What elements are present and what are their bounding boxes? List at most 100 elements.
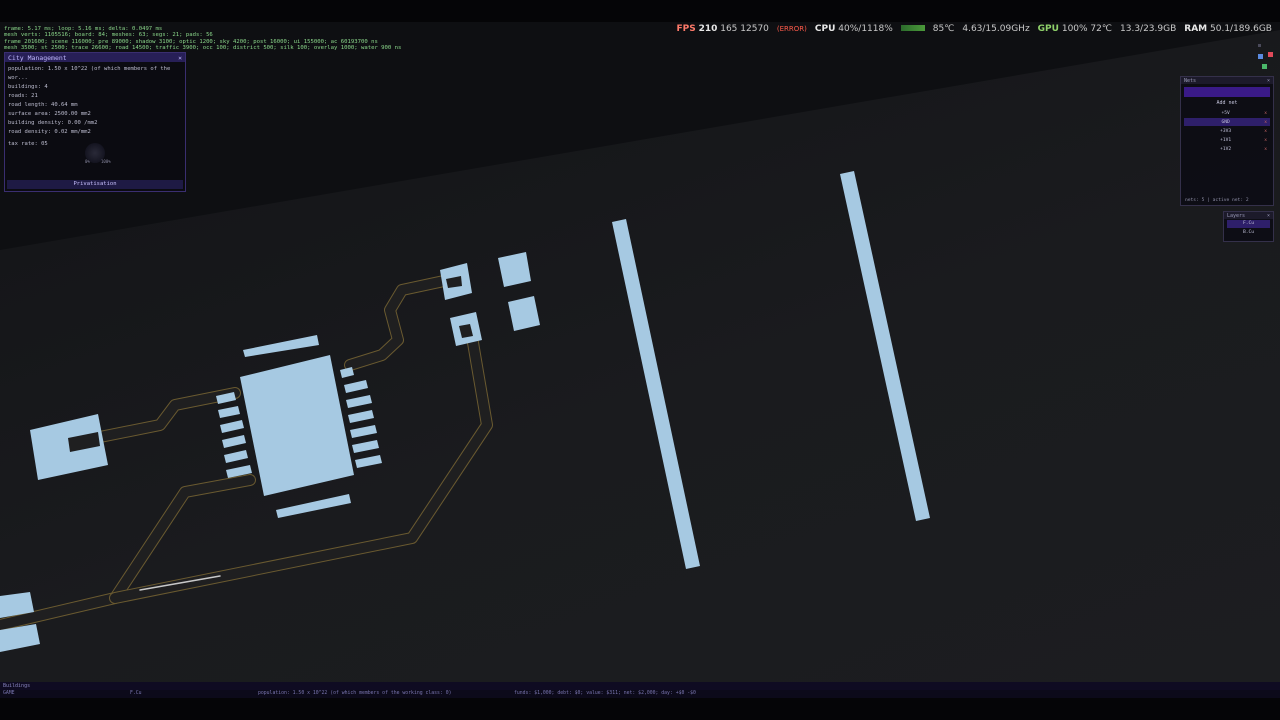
cpu-sparkline [900,25,925,31]
panel-title: Layers [1227,212,1246,219]
ram-value: 50.1/189.6GB [1210,24,1272,34]
ic-body[interactable] [240,355,354,496]
vram-value: 13.3/23.9GB [1120,24,1177,34]
mode-label: Buildings [3,683,31,689]
panel-title: Nets [1184,77,1197,84]
nets-panel[interactable]: Nets × Add net +5V x GND x +3V3 x +1V1 x +1V… [1180,76,1274,206]
warn-text: (ERROR) [776,25,807,33]
cpu-value: 40%/1118% [838,24,893,34]
panel-titlebar[interactable]: City Management × [5,53,185,62]
red-square-icon[interactable] [1268,52,1273,57]
cpu-clock: 4.63/15.09GHz [962,24,1030,34]
green-square-icon[interactable] [1262,64,1267,69]
pad[interactable] [30,414,108,480]
ic-pad-bottom[interactable] [276,494,351,518]
stat-surface-area: surface area: 2500.00 mm2 [8,111,91,117]
ic-pin[interactable] [224,450,248,463]
blue-square-icon[interactable] [1258,54,1263,59]
remove-icon[interactable]: x [1264,147,1267,152]
net-item[interactable]: +5V x [1184,109,1270,117]
panel-titlebar[interactable]: Layers × [1224,212,1273,219]
close-icon[interactable]: × [178,54,182,62]
economy-status: funds: $1,000; debt: $0; value: $311; ne… [514,691,696,696]
pads[interactable] [0,171,930,652]
gpu-label: GPU [1037,24,1059,34]
stat-road-length: road length: 40.64 mm [8,102,78,108]
game-label: GAME [3,691,15,696]
layer-label: F.Cu [130,691,142,696]
stat-road-density: road density: 0.02 mm/mm2 [8,129,91,135]
ic-pin[interactable] [346,395,372,408]
net-label: +1V1 [1220,137,1232,143]
ram-label: RAM [1184,24,1208,34]
long-pad[interactable] [840,171,930,521]
knob-min-label: 0% [85,159,90,164]
mode-bar: Buildings [0,682,1280,690]
population-status: population: 1.50 x 10^22 (of which membe… [258,691,452,696]
ic-pin[interactable] [352,440,379,453]
cpu-temp: 85℃ [932,24,955,34]
board-canvas[interactable] [0,22,1280,682]
net-label: GND [1221,119,1230,125]
net-label: +3V3 [1220,128,1232,134]
ic-pin[interactable] [350,425,377,438]
panel-title: City Management [8,53,67,62]
stat-roads: roads: 21 [8,93,38,99]
close-icon[interactable]: × [1267,78,1270,84]
ic-pin[interactable] [220,420,244,433]
info-bar: GAME F.Cu population: 1.50 x 10^22 (of w… [0,690,1280,698]
window-controls[interactable] [1252,44,1276,74]
net-label: +1V2 [1220,146,1232,152]
city-management-panel[interactable]: City Management × population: 1.50 x 10^… [4,52,186,192]
cpu-label: CPU [814,24,836,34]
ic-pin[interactable] [340,367,354,378]
debug-overlay: frame: 5.17 ms; loop: 5.16 ms; delta: 0.… [4,26,401,52]
board-shadow [0,22,1280,250]
city-stats: population: 1.50 x 10^22 (of which membe… [5,62,185,149]
pad[interactable] [498,252,531,287]
net-item[interactable]: +1V1 x [1184,136,1270,144]
layer-item[interactable]: B.Cu [1227,229,1270,237]
panel-titlebar[interactable]: Nets × [1181,77,1273,84]
fps-value: 210 [698,24,718,34]
remove-icon[interactable]: x [1264,129,1267,134]
nets-footer: nets: 5 | active net: 2 [1185,198,1249,203]
close-icon[interactable]: × [1267,213,1270,219]
net-item[interactable]: +3V3 x [1184,127,1270,135]
ic-pin[interactable] [222,435,246,448]
perf-overlay: FPS 210 165 12570 (ERROR) CPU 40%/1118% … [676,24,1272,34]
trace[interactable] [0,474,256,631]
net-name-input[interactable] [1184,87,1270,97]
pcb-viewport[interactable] [0,22,1280,682]
remove-icon[interactable]: x [1264,120,1267,125]
dot-icon [1258,44,1261,47]
gpu-value: 100% 72℃ [1061,24,1112,34]
ic-pin[interactable] [344,380,368,393]
remove-icon[interactable]: x [1264,111,1267,116]
long-pad[interactable] [612,219,700,569]
pad[interactable] [508,296,540,331]
debug-line: mesh 3500; st 2500; trace 26600; road 14… [4,45,402,52]
layer-item[interactable]: F.Cu [1227,220,1270,228]
stat-population: population: 1.50 x 10^22 (of which membe… [8,66,171,81]
ic-pin[interactable] [355,455,382,468]
fps-label: FPS [676,24,696,34]
stat-building-density: building density: 0.00 /mm2 [8,120,98,126]
fps-extra: 165 12570 [720,24,769,34]
ic-pin[interactable] [348,410,374,423]
bottom-bar [0,698,1280,720]
layers-panel[interactable]: Layers × F.Cu B.Cu [1223,211,1274,242]
ic-pad-top[interactable] [243,335,319,357]
top-bar [0,0,1280,22]
ic-pin[interactable] [218,406,240,418]
stat-buildings: buildings: 4 [8,84,48,90]
add-net-button[interactable]: Add net [1184,99,1270,108]
knob-max-label: 100% [101,159,111,164]
net-item[interactable]: +1V2 x [1184,145,1270,153]
net-label: +5V [1221,110,1230,116]
trace[interactable] [0,475,255,630]
privatisation-button[interactable]: Privatisation [7,180,183,189]
net-item[interactable]: GND x [1184,118,1270,126]
trace[interactable] [345,273,463,370]
remove-icon[interactable]: x [1264,138,1267,143]
